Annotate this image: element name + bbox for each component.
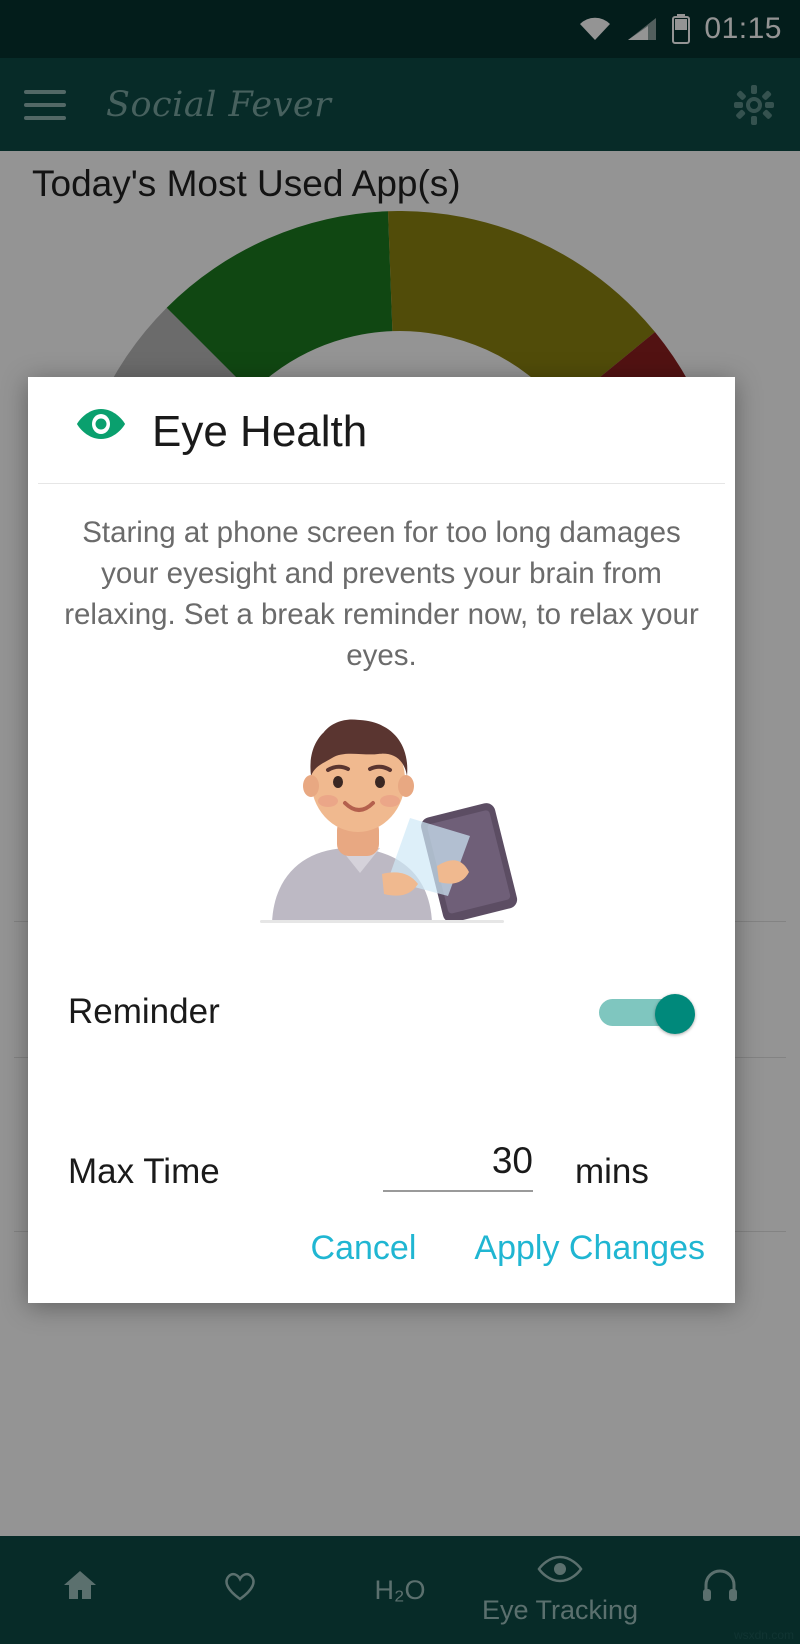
cancel-button[interactable]: Cancel (305, 1228, 423, 1269)
phone-screen: Today's Most Used App(s) 49.0 % 28.6 % ◯… (0, 0, 800, 1644)
eye-health-dialog: Eye Health Staring at phone screen for t… (28, 377, 735, 1303)
reminder-row: Reminder (28, 966, 735, 1058)
reminder-toggle[interactable] (599, 994, 695, 1034)
toggle-knob (655, 994, 695, 1034)
max-time-row: Max Time 30 mins (28, 1106, 735, 1192)
max-time-unit: mins (575, 1152, 649, 1191)
boy-reading-tablet-illustration (28, 698, 735, 928)
apply-changes-button[interactable]: Apply Changes (468, 1228, 711, 1269)
dialog-description: Staring at phone screen for too long dam… (64, 516, 699, 672)
dialog-title: Eye Health (152, 407, 368, 456)
eye-icon (76, 407, 126, 457)
dialog-actions: Cancel Apply Changes (28, 1192, 735, 1303)
max-time-input[interactable]: 30 (383, 1140, 533, 1192)
max-time-label: Max Time (68, 1152, 220, 1191)
dialog-header: Eye Health (38, 377, 725, 484)
reminder-label: Reminder (68, 992, 220, 1031)
